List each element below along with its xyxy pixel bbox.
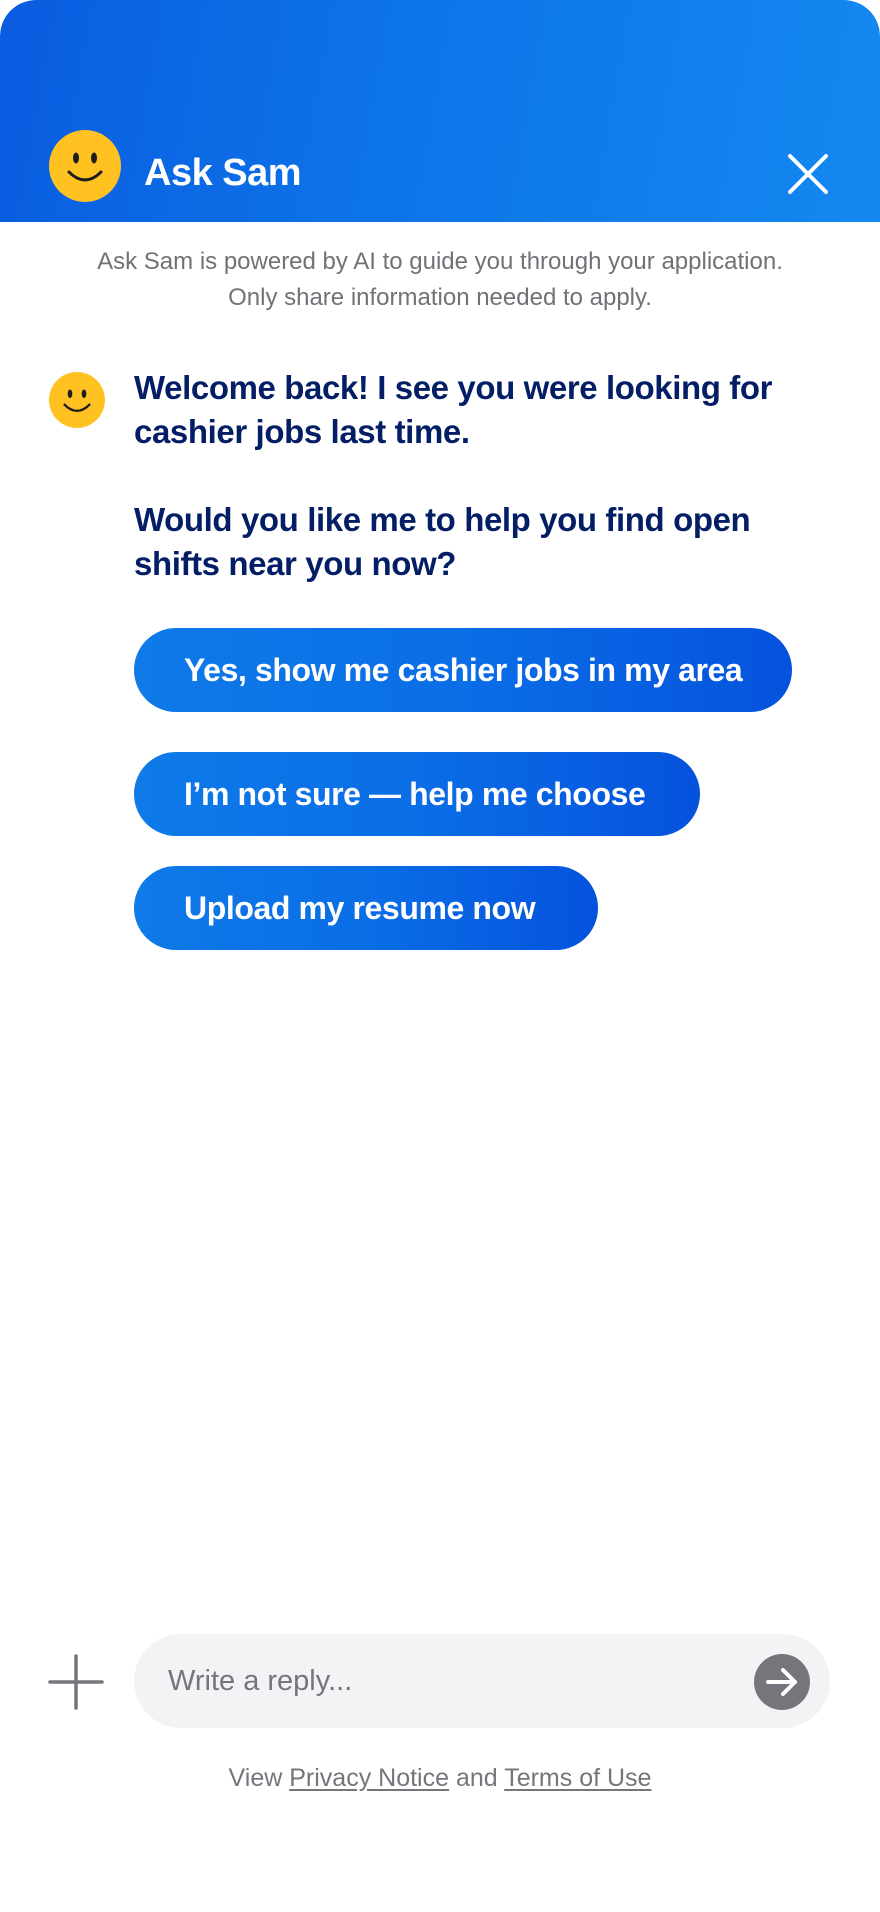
smiley-face-icon	[49, 372, 105, 428]
quick-reply-help-me-choose[interactable]: I’m not sure — help me choose	[134, 752, 700, 836]
close-icon[interactable]	[784, 150, 832, 198]
quick-reply-show-cashier-jobs[interactable]: Yes, show me cashier jobs in my area	[134, 628, 792, 712]
bot-message-paragraph: Welcome back! I see you were looking for…	[134, 369, 773, 450]
privacy-notice-link[interactable]: Privacy Notice	[289, 1764, 449, 1792]
chat-title: Ask Sam	[144, 152, 302, 194]
reply-composer	[134, 1634, 830, 1728]
smiley-face-icon	[49, 130, 121, 202]
close-button[interactable]	[784, 150, 832, 198]
reply-input[interactable]	[168, 1634, 728, 1728]
attach-button[interactable]	[48, 1654, 104, 1710]
arrow-right-icon[interactable]	[762, 1662, 802, 1702]
terms-of-use-link[interactable]: Terms of Use	[504, 1764, 651, 1792]
legal-footer: View Privacy Notice and Terms of Use	[0, 1764, 880, 1793]
ask-sam-chat-panel: Ask Sam Ask Sam is powered by AI to guid…	[0, 0, 880, 1912]
quick-reply-upload-resume[interactable]: Upload my resume now	[134, 866, 598, 950]
chat-header: Ask Sam	[0, 0, 880, 222]
footer-prefix: View	[228, 1764, 283, 1792]
bot-message: Welcome back! I see you were looking for…	[134, 366, 814, 586]
footer-conjunction: and	[455, 1764, 498, 1792]
send-button[interactable]	[754, 1654, 810, 1710]
disclaimer-line-1: Ask Sam is powered by AI to guide you th…	[97, 248, 783, 275]
plus-icon[interactable]	[48, 1654, 104, 1710]
bot-message-paragraph: Would you like me to help you find open …	[134, 501, 751, 582]
disclaimer-line-2: Only share information needed to apply.	[228, 284, 652, 311]
ai-disclaimer: Ask Sam is powered by AI to guide you th…	[40, 244, 840, 316]
